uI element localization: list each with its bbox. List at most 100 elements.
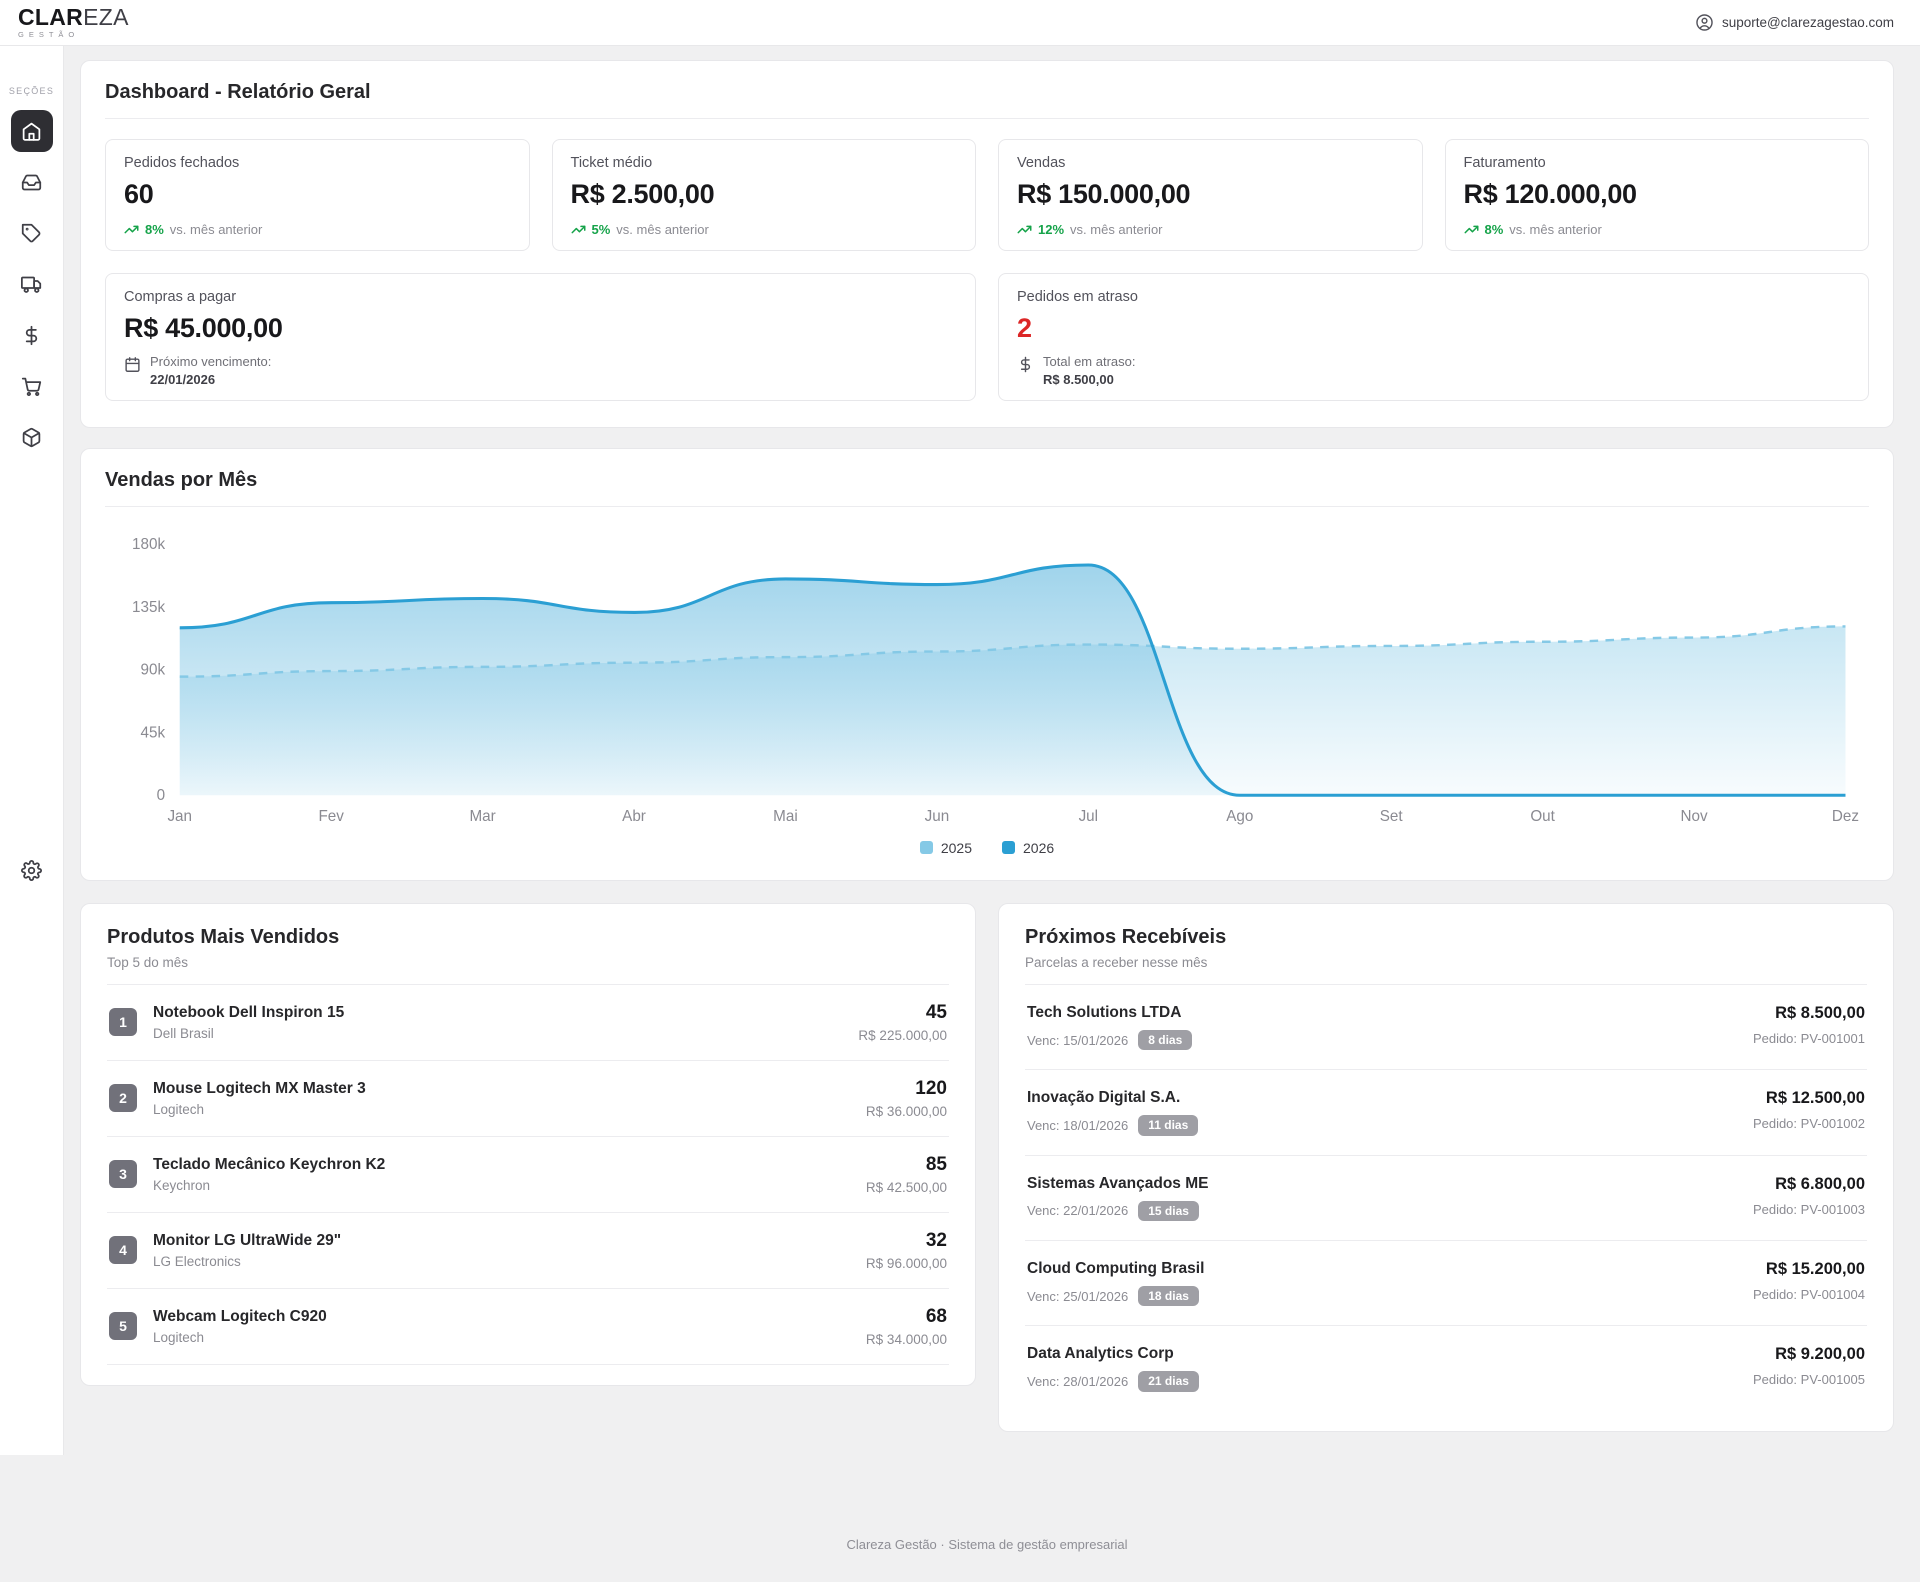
app-logo: CLAREZA GESTÃO bbox=[18, 6, 129, 39]
user-circle-icon bbox=[1695, 13, 1714, 32]
support-email: suporte@clarezagestao.com bbox=[1722, 15, 1894, 30]
receivable-meta: Venc: 28/01/2026 21 dias bbox=[1027, 1371, 1199, 1391]
product-rank-badge: 3 bbox=[109, 1160, 137, 1188]
legend-swatch-2026 bbox=[1002, 841, 1015, 854]
receivable-meta: Venc: 15/01/2026 8 dias bbox=[1027, 1030, 1192, 1050]
sidebar-item-finance[interactable] bbox=[11, 314, 53, 356]
sidebar-item-purchases[interactable] bbox=[11, 365, 53, 407]
product-row: 2 Mouse Logitech MX Master 3 Logitech 12… bbox=[107, 1061, 949, 1137]
receivable-client: Inovação Digital S.A. bbox=[1027, 1089, 1198, 1107]
receivable-meta: Venc: 22/01/2026 15 dias bbox=[1027, 1201, 1208, 1221]
app-logo-text: CLAREZA bbox=[18, 6, 129, 29]
days-badge: 15 dias bbox=[1138, 1201, 1199, 1221]
product-total: R$ 42.500,00 bbox=[866, 1180, 947, 1195]
app-logo-subtitle: GESTÃO bbox=[18, 31, 129, 39]
product-stats: 45 R$ 225.000,00 bbox=[858, 1002, 947, 1043]
inbox-icon bbox=[21, 172, 42, 193]
sales-chart: 045k90k135k180kJanFevMarAbrMaiJunJulAgoS… bbox=[105, 507, 1869, 832]
receivable-row: Data Analytics Corp Venc: 28/01/2026 21 … bbox=[1025, 1326, 1867, 1410]
sidebar-item-home[interactable] bbox=[11, 110, 53, 152]
receivable-info: Data Analytics Corp Venc: 28/01/2026 21 … bbox=[1027, 1345, 1199, 1391]
truck-icon bbox=[21, 274, 42, 295]
product-row: 1 Notebook Dell Inspiron 15 Dell Brasil … bbox=[107, 985, 949, 1061]
days-badge: 8 dias bbox=[1138, 1030, 1192, 1050]
kpi-value: R$ 45.000,00 bbox=[124, 313, 957, 344]
dashboard-summary-card: Dashboard - Relatório Geral Pedidos fech… bbox=[80, 60, 1894, 428]
svg-text:90k: 90k bbox=[141, 662, 166, 679]
receivable-amount: R$ 15.200,00 bbox=[1753, 1260, 1865, 1279]
sidebar-item-products[interactable] bbox=[11, 416, 53, 458]
sidebar-item-settings[interactable] bbox=[11, 850, 53, 892]
svg-text:Fev: Fev bbox=[318, 808, 344, 825]
receivable-meta: Venc: 18/01/2026 11 dias bbox=[1027, 1115, 1198, 1135]
product-brand: LG Electronics bbox=[153, 1254, 866, 1269]
receivable-due: Venc: 28/01/2026 bbox=[1027, 1374, 1128, 1389]
kpi-value: R$ 120.000,00 bbox=[1464, 179, 1851, 210]
svg-text:Mar: Mar bbox=[469, 808, 495, 825]
kpi-trend: 8% vs. mês anterior bbox=[1464, 222, 1851, 237]
product-quantity: 68 bbox=[866, 1306, 947, 1328]
product-info: Monitor LG UltraWide 29" LG Electronics bbox=[153, 1232, 866, 1269]
shopping-cart-icon bbox=[21, 376, 42, 397]
receivable-meta: Venc: 25/01/2026 18 dias bbox=[1027, 1286, 1204, 1306]
product-rank: 2 bbox=[119, 1090, 127, 1106]
product-rank-badge: 5 bbox=[109, 1312, 137, 1340]
product-rank-badge: 1 bbox=[109, 1008, 137, 1036]
product-rank-badge: 4 bbox=[109, 1236, 137, 1264]
receivable-due: Venc: 15/01/2026 bbox=[1027, 1033, 1128, 1048]
kpi-trend-value: 5% bbox=[592, 222, 611, 237]
product-quantity: 120 bbox=[866, 1078, 947, 1100]
product-rank: 5 bbox=[119, 1318, 127, 1334]
product-total: R$ 36.000,00 bbox=[866, 1104, 947, 1119]
product-brand: Dell Brasil bbox=[153, 1026, 858, 1041]
bottom-grid: Produtos Mais Vendidos Top 5 do mês 1 No… bbox=[80, 903, 1894, 1432]
page-title: Dashboard - Relatório Geral bbox=[105, 81, 1869, 104]
kpi-trend-value: 8% bbox=[145, 222, 164, 237]
days-badge: 21 dias bbox=[1138, 1371, 1199, 1391]
legend-label: 2026 bbox=[1023, 840, 1054, 856]
receivable-amounts: R$ 8.500,00 Pedido: PV-001001 bbox=[1753, 1004, 1865, 1046]
receivable-client: Tech Solutions LTDA bbox=[1027, 1004, 1192, 1022]
trend-up-icon bbox=[1017, 222, 1032, 237]
kpi-card-pedidos-fechados: Pedidos fechados 60 8% vs. mês anterior bbox=[105, 139, 530, 251]
calendar-icon bbox=[124, 356, 141, 373]
sidebar-item-tags[interactable] bbox=[11, 212, 53, 254]
product-info: Mouse Logitech MX Master 3 Logitech bbox=[153, 1080, 866, 1117]
product-brand: Logitech bbox=[153, 1102, 866, 1117]
svg-text:Jun: Jun bbox=[925, 808, 950, 825]
receivable-order: Pedido: PV-001001 bbox=[1753, 1031, 1865, 1046]
svg-text:Abr: Abr bbox=[622, 808, 646, 825]
svg-text:0: 0 bbox=[157, 787, 165, 804]
svg-text:180k: 180k bbox=[132, 536, 165, 553]
receivable-client: Data Analytics Corp bbox=[1027, 1345, 1199, 1363]
kpi-trend-note: vs. mês anterior bbox=[170, 222, 262, 237]
receivable-amounts: R$ 9.200,00 Pedido: PV-001005 bbox=[1753, 1345, 1865, 1387]
kpi-label: Pedidos fechados bbox=[124, 155, 511, 171]
product-rank: 3 bbox=[119, 1166, 127, 1182]
kpi-value: R$ 150.000,00 bbox=[1017, 179, 1404, 210]
product-name: Notebook Dell Inspiron 15 bbox=[153, 1004, 858, 1022]
note-label: Próximo vencimento: bbox=[150, 354, 271, 369]
product-row: 5 Webcam Logitech C920 Logitech 68 R$ 34… bbox=[107, 1289, 949, 1365]
sidebar-item-inbox[interactable] bbox=[11, 161, 53, 203]
svg-text:Out: Out bbox=[1530, 808, 1555, 825]
product-rank: 1 bbox=[119, 1014, 127, 1030]
sales-chart-card: Vendas por Mês 045k90k135k180kJanFevMarA… bbox=[80, 448, 1894, 881]
dollar-icon bbox=[1017, 356, 1034, 373]
home-icon bbox=[21, 121, 42, 142]
user-account[interactable]: suporte@clarezagestao.com bbox=[1695, 13, 1894, 32]
kpi-value: R$ 2.500,00 bbox=[571, 179, 958, 210]
product-row: 3 Teclado Mecânico Keychron K2 Keychron … bbox=[107, 1137, 949, 1213]
receivable-row: Cloud Computing Brasil Venc: 25/01/2026 … bbox=[1025, 1241, 1867, 1326]
kpi-card-ticket-medio: Ticket médio R$ 2.500,00 5% vs. mês ante… bbox=[552, 139, 977, 251]
receivable-order: Pedido: PV-001005 bbox=[1753, 1372, 1865, 1387]
legend-label: 2025 bbox=[941, 840, 972, 856]
receivable-order: Pedido: PV-001004 bbox=[1753, 1287, 1865, 1302]
product-total: R$ 34.000,00 bbox=[866, 1332, 947, 1347]
kpi-trend-note: vs. mês anterior bbox=[1070, 222, 1162, 237]
sidebar-item-shipping[interactable] bbox=[11, 263, 53, 305]
package-icon bbox=[21, 427, 42, 448]
product-name: Teclado Mecânico Keychron K2 bbox=[153, 1156, 866, 1174]
receivable-order: Pedido: PV-001003 bbox=[1753, 1202, 1865, 1217]
product-info: Webcam Logitech C920 Logitech bbox=[153, 1308, 866, 1345]
